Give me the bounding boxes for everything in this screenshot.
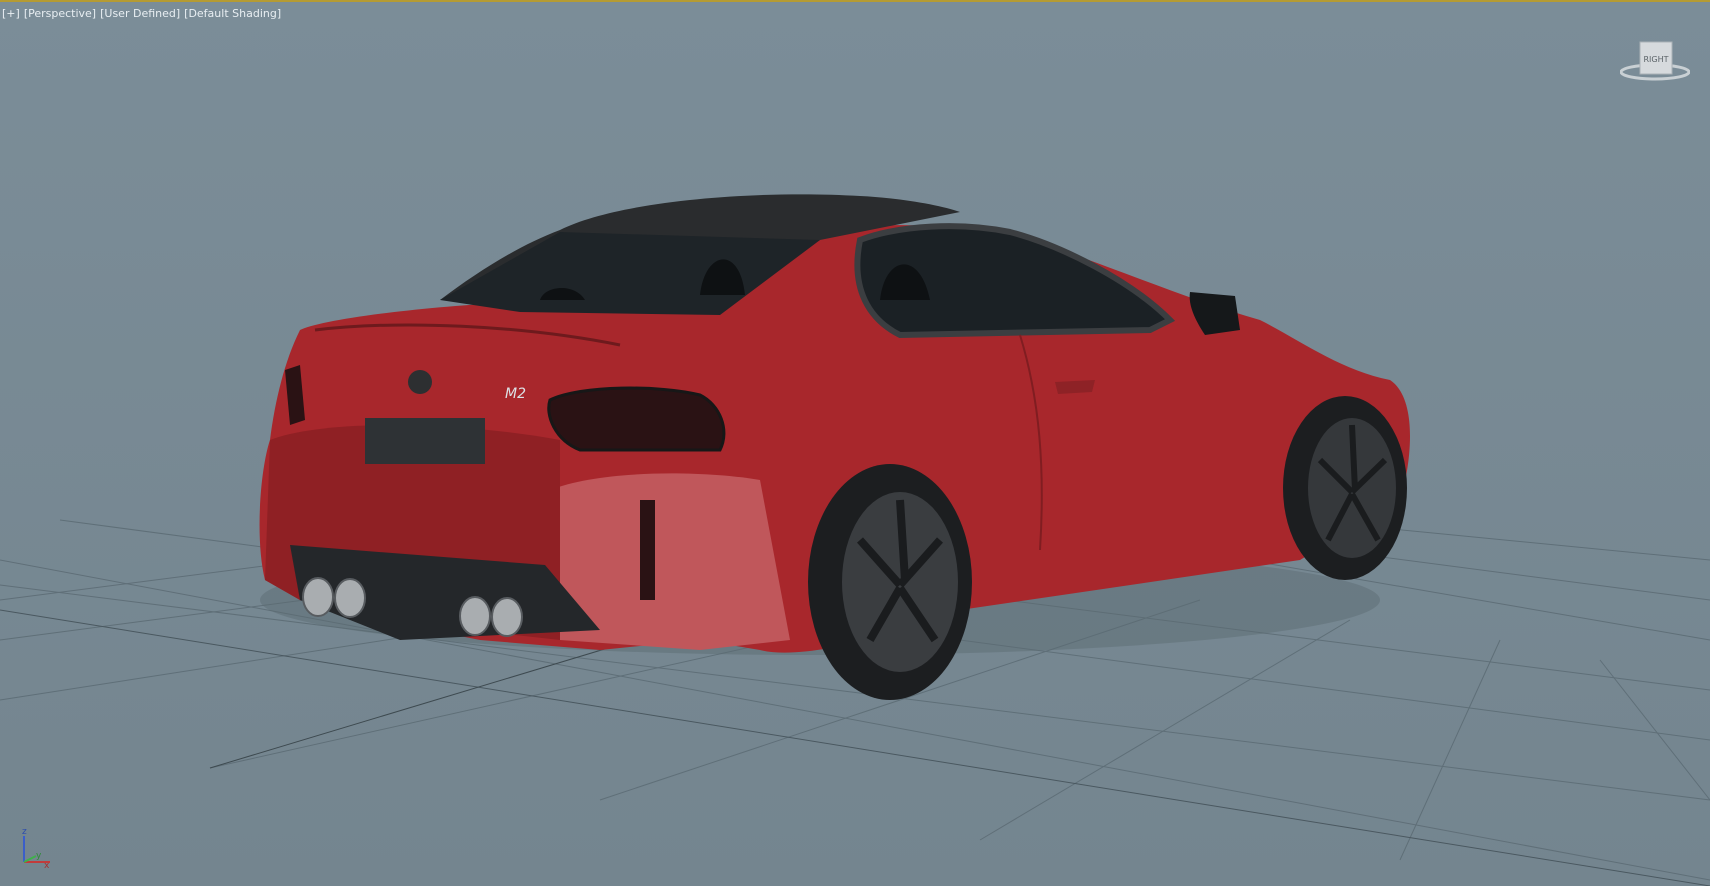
viewcube-face-label: RIGHT [1643, 55, 1668, 64]
axis-tripod: z y x [16, 826, 56, 871]
z-axis-label: z [22, 827, 27, 837]
side-reflector [640, 500, 655, 600]
front-wheel [1283, 396, 1407, 580]
viewcube[interactable]: RIGHT [1619, 38, 1691, 84]
x-axis-label: x [44, 861, 50, 868]
tail-light-right [547, 386, 726, 452]
car-model[interactable]: M2 [259, 194, 1410, 700]
viewport[interactable]: [+] [Perspective] [User Defined] [Defaul… [0, 0, 1710, 886]
rear-wheel [808, 464, 972, 700]
license-plate [365, 418, 485, 464]
rear-logo [408, 370, 432, 394]
y-axis-label: y [36, 851, 42, 861]
scene-canvas[interactable]: M2 [0, 0, 1710, 886]
door-handle [1055, 380, 1095, 394]
model-badge: M2 [505, 386, 526, 402]
